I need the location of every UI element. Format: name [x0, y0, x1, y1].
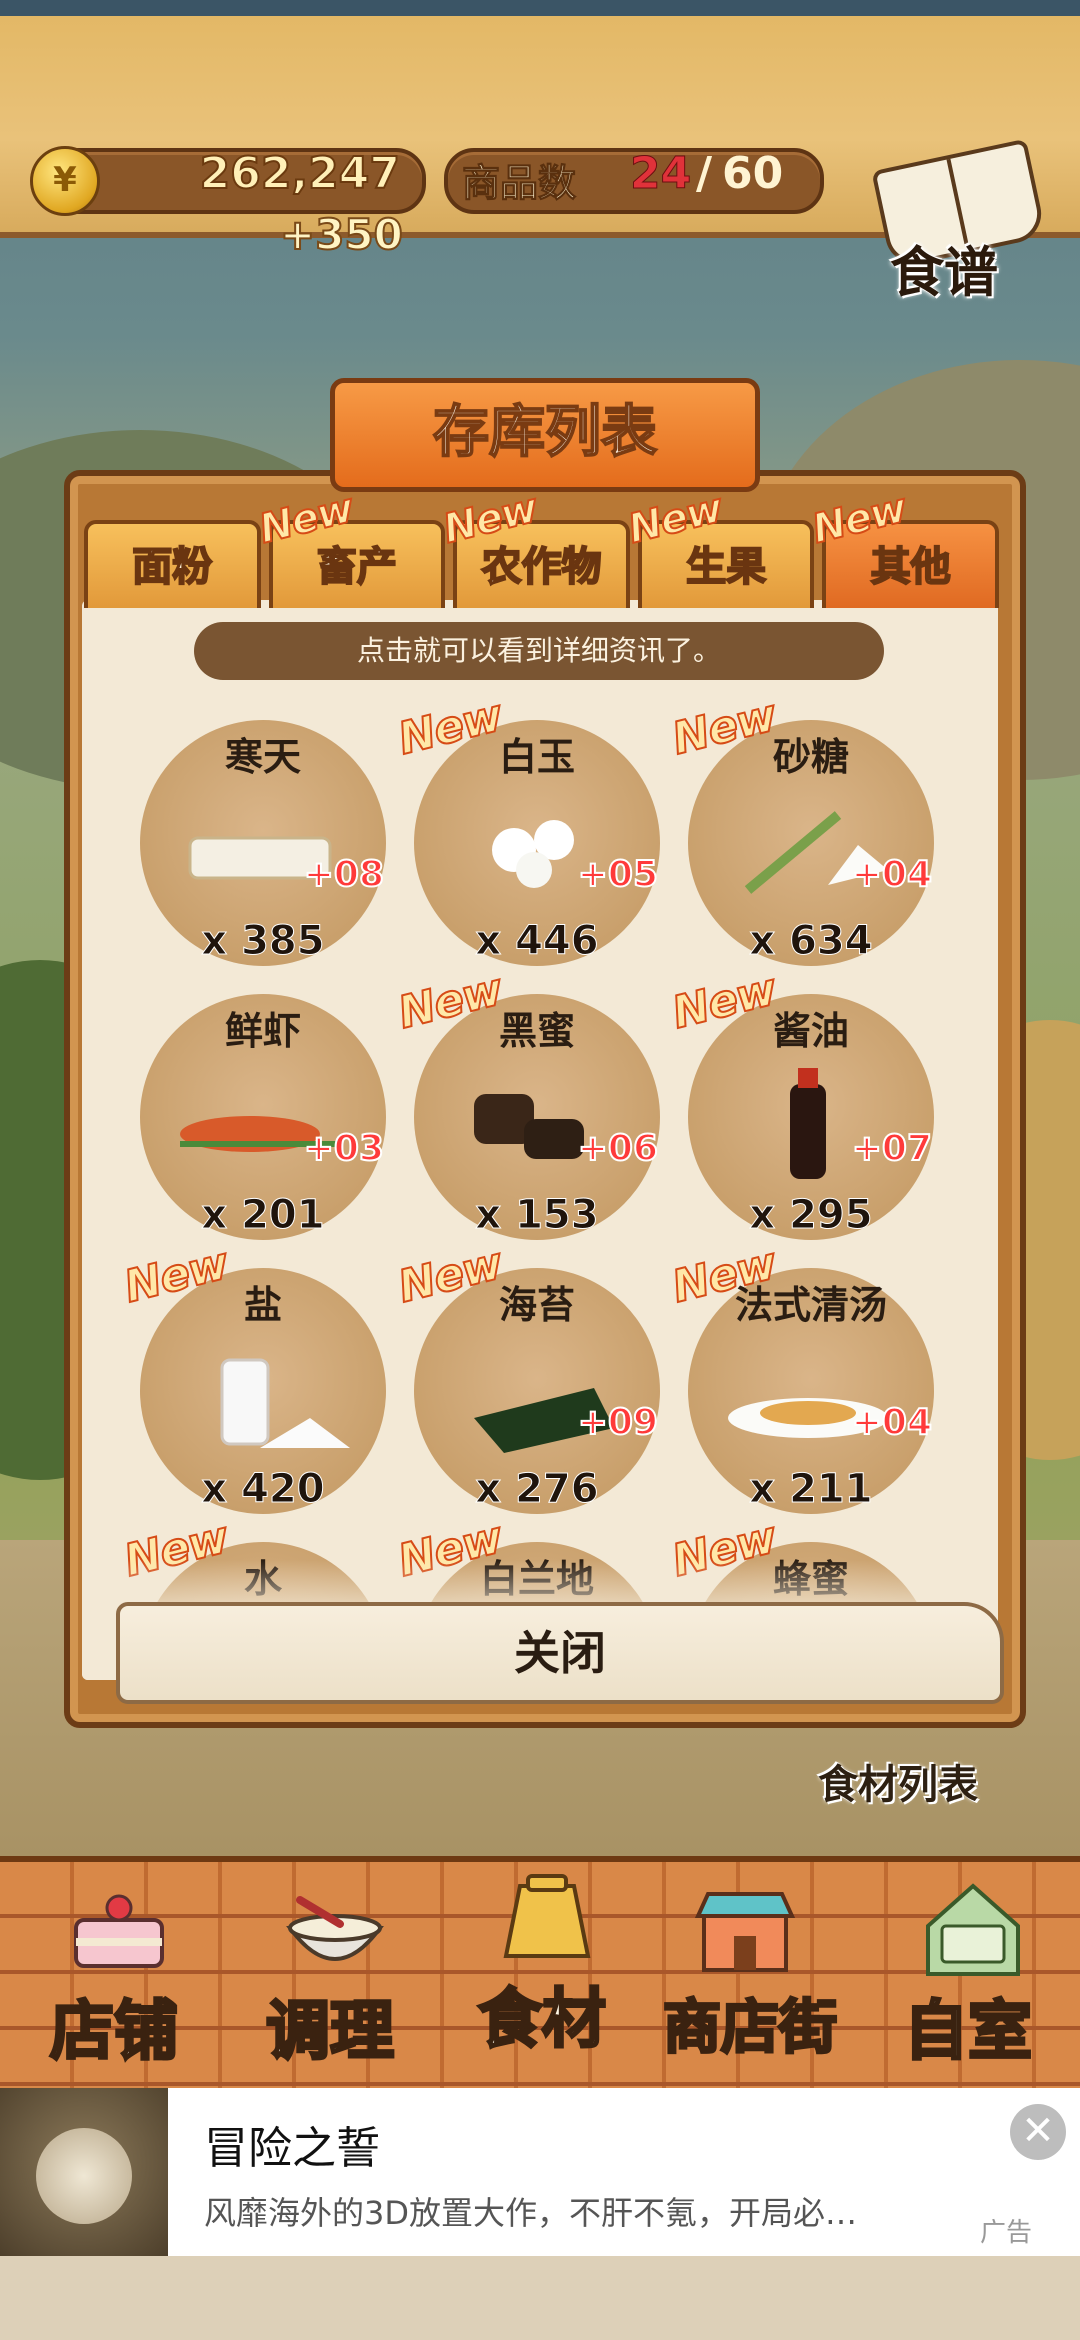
- goods-count-slash: /: [696, 148, 713, 199]
- ingredient-item[interactable]: 海苔 New +09 x 276: [392, 1237, 664, 1518]
- ad-thumbnail: [0, 2088, 168, 2256]
- nav-shopping-street[interactable]: 商店街: [640, 1880, 860, 2080]
- tab-label: 面粉: [131, 543, 213, 591]
- ingredient-count: x 153: [475, 1192, 599, 1239]
- ingredient-count: x 634: [749, 918, 873, 965]
- ingredient-bonus: +03: [303, 1127, 385, 1170]
- cake-icon: [74, 1894, 164, 1968]
- tab-fruit[interactable]: New 生果: [623, 484, 815, 608]
- nav-label: 自室: [903, 1994, 1034, 2071]
- ingredient-item[interactable]: 盐 New x 420: [118, 1237, 390, 1518]
- ingredient-bonus: +08: [303, 853, 385, 896]
- ingredient-item[interactable]: 鲜虾 +03 x 201: [140, 994, 390, 1244]
- ingredient-bonus: +04: [851, 1401, 933, 1444]
- ingredient-name: 寒天: [224, 735, 301, 779]
- close-button[interactable]: 关闭: [116, 1602, 1004, 1704]
- nav-label: 调理: [265, 1994, 396, 2071]
- flour-sack-icon: [503, 1874, 591, 1958]
- ingredient-item[interactable]: 酱油 New +07 x 295: [666, 963, 938, 1244]
- ingredient-item[interactable]: 寒天 +08 x 385: [140, 720, 390, 970]
- ingredient-name: 鲜虾: [224, 1009, 301, 1053]
- ingredient-count: x 201: [201, 1192, 325, 1239]
- ad-description: 风靡海外的3D放置大作，不肝不氪，开局必…: [204, 2194, 858, 2232]
- ingredient-list-label: 食材列表: [818, 1762, 978, 1808]
- ingredient-count: x 211: [749, 1466, 873, 1513]
- recipe-button[interactable]: 食谱: [870, 138, 1047, 304]
- ad-tag: 广告: [980, 2218, 1033, 2248]
- ingredient-bonus: +09: [577, 1401, 659, 1444]
- mixing-bowl-icon: [286, 1896, 384, 1961]
- ad-character-image: [36, 2128, 132, 2224]
- category-tabs: 面粉 New 畜产 New 农作物 New 生果 New 其他: [84, 484, 999, 608]
- nav-store[interactable]: 店铺: [14, 1880, 214, 2080]
- tab-other[interactable]: New 其他: [807, 484, 999, 608]
- tab-crops[interactable]: New 农作物: [438, 484, 630, 608]
- ingredient-bonus: +04: [851, 853, 933, 896]
- ingredient-count: x 446: [475, 918, 599, 965]
- money-value: 262,247: [199, 147, 401, 200]
- tab-livestock[interactable]: New 畜产: [253, 484, 446, 608]
- ingredient-count: x 385: [201, 918, 325, 965]
- nav-my-room[interactable]: 自室: [868, 1880, 1068, 2080]
- ingredient-item[interactable]: 砂糖 New +04 x 634: [666, 689, 938, 970]
- goods-count-max: 60: [722, 148, 784, 199]
- ingredient-item[interactable]: 法式清汤 New +04 x 211: [666, 1237, 938, 1518]
- ingredient-bonus: +07: [851, 1127, 933, 1170]
- ingredient-bonus: +05: [577, 853, 659, 896]
- shop-icon: [694, 1892, 796, 1972]
- goods-count-current: 24: [629, 148, 692, 200]
- ingredient-count: x 420: [201, 1466, 325, 1513]
- bottom-strip: [0, 2256, 1080, 2340]
- nav-label: 食材: [477, 1982, 608, 2059]
- recipe-label: 食谱: [890, 241, 998, 304]
- ad-close-icon[interactable]: ✕: [1010, 2104, 1066, 2160]
- ingredient-bonus: +06: [577, 1127, 659, 1170]
- nav-cook[interactable]: 调理: [230, 1880, 430, 2080]
- nav-label: 商店街: [661, 1992, 838, 2063]
- ingredient-count: x 276: [475, 1466, 599, 1513]
- money-gain: +350: [279, 209, 404, 260]
- hint-banner: 点击就可以看到详细资讯了。: [194, 622, 884, 680]
- nav-ingredients[interactable]: 食材: [442, 1868, 642, 2068]
- goods-count-label: 商品数: [461, 161, 577, 206]
- coin-icon: ¥: [30, 146, 100, 216]
- inventory-list[interactable]: 点击就可以看到详细资讯了。 寒天 +08 x 385 白玉 New +05 x 446 砂糖 N…: [82, 600, 998, 1680]
- ingredient-item[interactable]: 白玉 New +05 x 446: [392, 689, 664, 970]
- ad-banner[interactable]: 冒险之誓 风靡海外的3D放置大作，不肝不氪，开局必… ✕ 广告: [0, 2088, 1080, 2256]
- tab-flour[interactable]: 面粉: [84, 520, 261, 608]
- nav-label: 店铺: [49, 1994, 180, 2071]
- staff-only-sign-icon: [926, 1883, 1020, 1976]
- ad-title: 冒险之誓: [204, 2123, 380, 2174]
- ingredient-count: x 295: [749, 1192, 873, 1239]
- ingredient-item[interactable]: 黑蜜 New +06 x 153: [392, 963, 664, 1244]
